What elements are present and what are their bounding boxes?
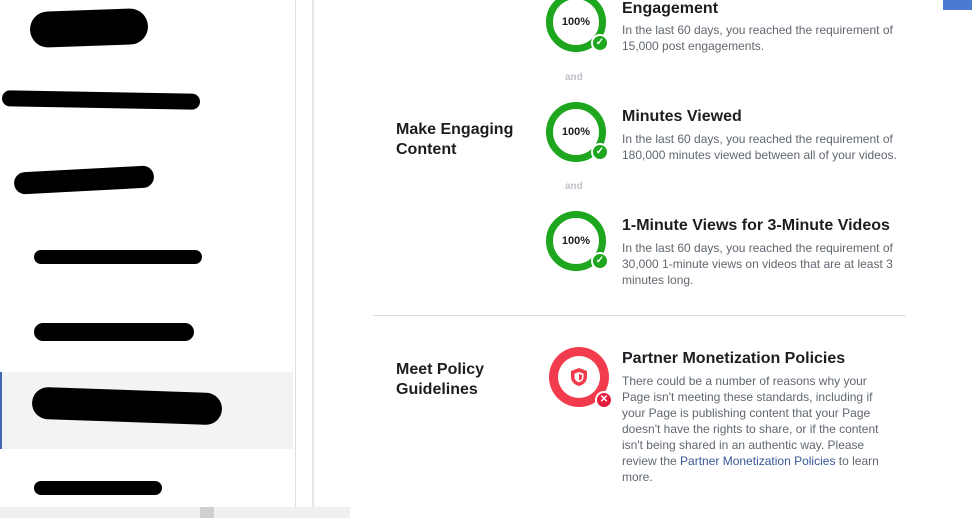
progress-percent: 100% xyxy=(561,235,591,247)
section-label-engaging: Make Engaging Content xyxy=(396,121,514,158)
panel-divider xyxy=(312,0,314,507)
sidebar-item[interactable] xyxy=(0,64,293,142)
partner-monetization-policies-link[interactable]: Partner Monetization Policies xyxy=(680,454,835,468)
sidebar-item[interactable] xyxy=(0,295,293,373)
requirement-title-policies: Partner Monetization Policies xyxy=(622,350,846,367)
x-icon: ✕ xyxy=(595,391,613,409)
progress-percent: 100% xyxy=(561,16,591,28)
check-icon: ✓ xyxy=(591,34,609,52)
sidebar-item-active[interactable] xyxy=(0,372,293,450)
redaction-mark xyxy=(34,250,202,264)
check-icon: ✓ xyxy=(591,143,609,161)
sidebar-item[interactable] xyxy=(0,0,293,65)
redaction-mark xyxy=(29,7,149,49)
redaction-mark xyxy=(34,481,162,495)
corner-accent xyxy=(943,0,972,10)
section-label-policy: Meet Policy Guidelines xyxy=(396,361,485,398)
progress-percent: 100% xyxy=(561,126,591,138)
requirement-description-minutes-viewed: In the last 60 days, you reached the req… xyxy=(622,132,897,162)
sidebar-item[interactable] xyxy=(0,449,293,507)
redaction-mark xyxy=(13,165,155,195)
requirement-title-engagement: Engagement xyxy=(622,0,719,17)
sidebar-item[interactable] xyxy=(0,218,293,296)
sidebar-item[interactable] xyxy=(0,141,293,219)
requirement-description-one-minute-views: In the last 60 days, you reached the req… xyxy=(622,241,893,287)
redaction-mark xyxy=(34,323,194,341)
and-separator: and xyxy=(565,72,583,83)
redaction-mark xyxy=(1,90,201,110)
page-list-sidebar xyxy=(0,0,296,507)
requirement-description-policies: There could be a number of reasons why y… xyxy=(622,373,884,485)
section-divider xyxy=(373,315,906,316)
requirement-description-engagement: In the last 60 days, you reached the req… xyxy=(622,23,893,53)
scrollbar-thumb[interactable] xyxy=(200,507,214,518)
check-icon: ✓ xyxy=(591,252,609,270)
shield-icon xyxy=(558,356,600,398)
and-separator: and xyxy=(565,181,583,192)
horizontal-scrollbar[interactable] xyxy=(0,507,350,518)
requirement-title-minutes-viewed: Minutes Viewed xyxy=(622,108,742,125)
requirement-title-one-minute-views: 1-Minute Views for 3-Minute Videos xyxy=(622,217,890,234)
redaction-mark xyxy=(31,386,223,426)
